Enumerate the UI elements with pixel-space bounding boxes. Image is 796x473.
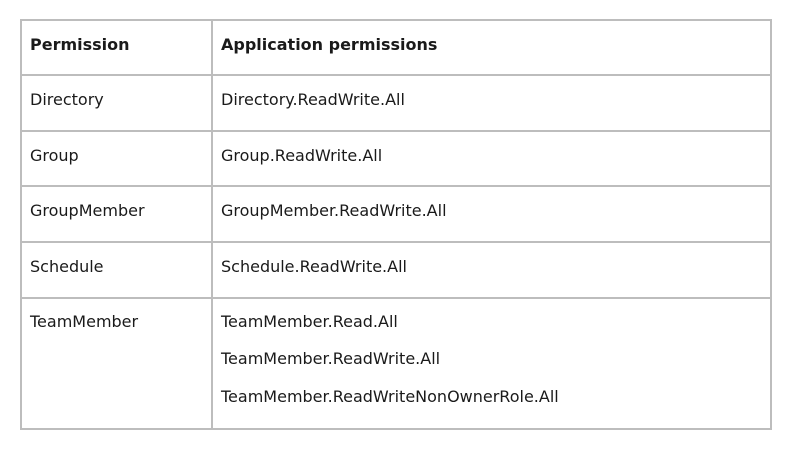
permission-name: Schedule	[30, 257, 104, 276]
permission-cell: Group	[22, 132, 213, 185]
application-permissions-cell: Directory.ReadWrite.All	[213, 76, 770, 130]
table-row: Directory Directory.ReadWrite.All	[22, 76, 770, 132]
table-row: Group Group.ReadWrite.All	[22, 132, 770, 187]
permission-name: Group	[30, 146, 79, 165]
table-header-row: Permission Application permissions	[22, 21, 770, 76]
application-permission: Directory.ReadWrite.All	[221, 90, 405, 109]
application-permission: GroupMember.ReadWrite.All	[221, 201, 447, 220]
header-cell-permission: Permission	[22, 21, 213, 74]
application-permission: TeamMember.ReadWrite.All	[221, 349, 441, 368]
permission-cell: TeamMember	[22, 299, 213, 430]
application-permissions-cell: Group.ReadWrite.All	[213, 132, 770, 185]
application-permission: TeamMember.Read.All	[221, 312, 398, 331]
permission-name: Directory	[30, 90, 104, 109]
application-permissions-cell: TeamMember.Read.All TeamMember.ReadWrite…	[213, 299, 770, 430]
application-permission: TeamMember.ReadWriteNonOwnerRole.All	[221, 387, 559, 406]
table-row: TeamMember TeamMember.Read.All TeamMembe…	[22, 299, 770, 430]
header-application-permissions: Application permissions	[221, 35, 438, 54]
application-permissions-cell: GroupMember.ReadWrite.All	[213, 187, 770, 241]
application-permissions-cell: Schedule.ReadWrite.All	[213, 243, 770, 297]
table-row: Schedule Schedule.ReadWrite.All	[22, 243, 770, 299]
header-cell-application-permissions: Application permissions	[213, 21, 770, 74]
header-permission: Permission	[30, 35, 130, 54]
permission-name: TeamMember	[30, 312, 139, 331]
permissions-table: Permission Application permissions Direc…	[20, 19, 772, 430]
permission-cell: GroupMember	[22, 187, 213, 241]
permission-cell: Directory	[22, 76, 213, 130]
permission-name: GroupMember	[30, 201, 145, 220]
application-permission: Schedule.ReadWrite.All	[221, 257, 407, 276]
application-permission: Group.ReadWrite.All	[221, 146, 383, 165]
permission-cell: Schedule	[22, 243, 213, 297]
table-row: GroupMember GroupMember.ReadWrite.All	[22, 187, 770, 243]
